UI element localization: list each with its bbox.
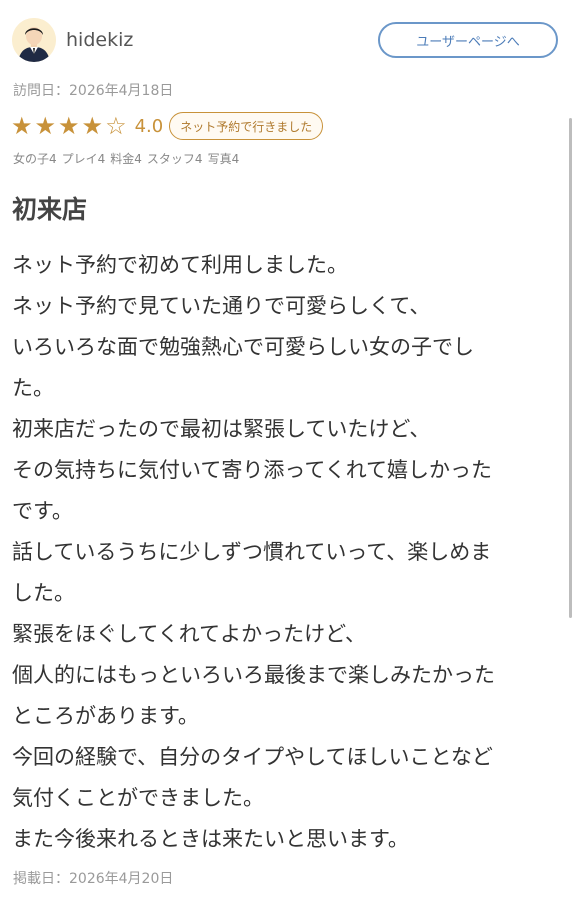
sub-ratings: 女の子4 プレイ4 料金4 スタッフ4 写真4	[13, 150, 239, 167]
star-filled-icon: ★	[11, 112, 33, 140]
sub-rating-staff: スタッフ4	[146, 152, 203, 166]
star-filled-icon: ★	[34, 112, 57, 140]
star-filled-icon: ★	[58, 112, 80, 140]
user-page-button[interactable]: ユーザーページへ	[378, 22, 558, 58]
star-outline-icon: ☆	[105, 112, 127, 140]
sub-rating-girl: 女の子4	[13, 152, 57, 166]
review-body: ネット予約で初めて利用しました。 ネット予約で見ていた通りで可愛らしくて、 いろ…	[12, 245, 557, 860]
star-filled-icon: ★	[81, 112, 104, 140]
reviewer-info[interactable]: hidekiz	[12, 18, 133, 62]
rating-value: 4.0	[134, 115, 164, 137]
sub-rating-price: 料金4	[110, 152, 142, 166]
review-body-line: 初来店だったので最初は緊張していたけど、	[12, 417, 431, 441]
sub-rating-photo: 写真4	[207, 152, 240, 166]
visit-date: 訪問日：2026年4月18日	[13, 83, 174, 99]
review-body-line: ところがあります。	[12, 704, 199, 728]
review-body-line: いろいろな面で勉強熱心で可愛らしい女の子でし	[12, 335, 474, 359]
review-body-line: 今回の経験で、自分のタイプやしてほしいことなど	[12, 745, 493, 769]
review-body-line: ネット予約で見ていた通りで可愛らしくて、	[12, 294, 431, 318]
review-body-line: 緊張をほぐしてくれてよかったけど、	[12, 622, 367, 646]
user-avatar-icon[interactable]	[12, 18, 56, 62]
review-body-line: ネット予約で初めて利用しました。	[12, 253, 348, 277]
sub-rating-play: プレイ4	[61, 152, 106, 166]
review-header: hidekiz ユーザーページへ	[12, 14, 558, 66]
review-body-line: した。	[12, 581, 75, 605]
review-body-line: です。	[12, 499, 73, 523]
review-body-line: 話しているうちに少しずつ慣れていって、楽しめま	[12, 540, 492, 564]
username[interactable]: hidekiz	[66, 29, 133, 51]
review-body-line: た。	[12, 376, 54, 400]
review-card: hidekiz ユーザーページへ 訪問日：2026年4月18日 ★ ★ ★ ★ …	[0, 0, 576, 900]
scrollbar[interactable]	[569, 118, 572, 618]
rating-row: ★ ★ ★ ★ ☆ 4.0 ネット予約で行きました	[11, 110, 324, 142]
review-body-line: 個人的にはもっといろいろ最後まで楽しみたかった	[12, 663, 495, 687]
review-body-line: その気持ちに気付いて寄り添ってくれて嬉しかった	[12, 458, 493, 482]
net-reservation-badge: ネット予約で行きました	[169, 112, 324, 140]
review-title: 初来店	[12, 195, 88, 224]
review-body-line: また今後来れるときは来たいと思います。	[12, 827, 409, 851]
review-body-line: 気付くことができました。	[12, 786, 264, 810]
posted-date: 掲載日：2026年4月20日	[13, 871, 174, 887]
